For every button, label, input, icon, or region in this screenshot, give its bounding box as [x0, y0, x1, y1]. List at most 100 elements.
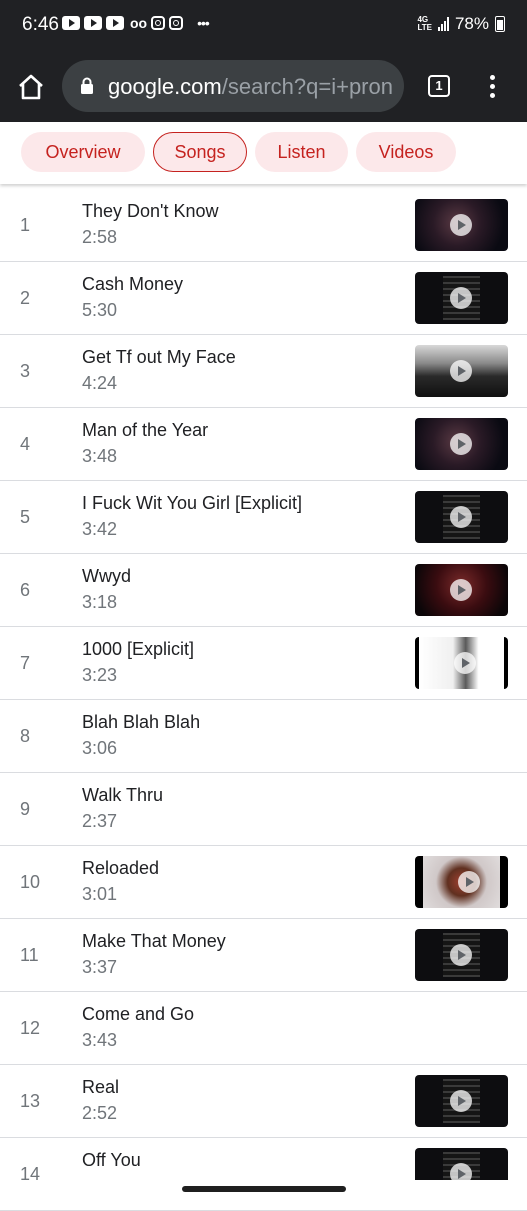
url-domain: google.com: [108, 74, 222, 99]
song-list: 1 They Don't Know 2:58 2 Cash Money 5:30…: [0, 189, 527, 1211]
video-thumbnail[interactable]: [415, 345, 508, 397]
video-thumbnail[interactable]: [415, 856, 508, 908]
status-bar: 6:46 oo ••• 4G LTE 78%: [0, 0, 527, 52]
play-icon: [450, 579, 472, 601]
song-row[interactable]: 7 1000 [Explicit] 3:23: [0, 627, 527, 700]
song-title: Walk Thru: [82, 785, 164, 805]
song-duration: 3:37: [82, 957, 118, 977]
song-duration: 4:24: [82, 373, 118, 393]
video-thumbnail[interactable]: [415, 929, 508, 981]
song-row[interactable]: 13 Real 2:52: [0, 1065, 527, 1138]
song-duration: 3:18: [82, 592, 118, 612]
song-row[interactable]: 9 Walk Thru 2:37: [0, 773, 527, 846]
network-type-icon: 4G LTE: [417, 15, 432, 32]
track-number: 13: [20, 1091, 41, 1111]
status-time: 6:46: [22, 14, 59, 35]
video-thumbnail[interactable]: [415, 272, 508, 324]
play-icon: [450, 1090, 472, 1112]
video-thumbnail[interactable]: [415, 418, 508, 470]
track-number: 3: [20, 361, 31, 381]
tab-switcher-button[interactable]: 1: [428, 75, 450, 97]
play-icon: [454, 652, 476, 674]
chip-videos[interactable]: Videos: [356, 132, 456, 172]
lock-icon: [81, 77, 93, 94]
song-row[interactable]: 11 Make That Money 3:37: [0, 919, 527, 992]
song-duration: 2:58: [82, 227, 118, 247]
song-title: Get Tf out My Face: [82, 347, 236, 367]
song-title: I Fuck Wit You Girl [Explicit]: [82, 493, 303, 513]
track-number: 4: [20, 434, 31, 454]
song-duration: 2:37: [82, 811, 118, 831]
video-thumbnail[interactable]: [415, 564, 508, 616]
song-title: Make That Money: [82, 931, 226, 951]
video-thumbnail[interactable]: [415, 1075, 508, 1127]
song-title: Off You: [82, 1150, 141, 1170]
song-duration: 3:01: [82, 884, 118, 904]
play-icon: [458, 871, 480, 893]
song-title: Reloaded: [82, 858, 160, 878]
song-duration: 5:30: [82, 300, 118, 320]
song-row[interactable]: 14 Off You: [0, 1138, 527, 1211]
song-duration: 3:23: [82, 665, 118, 685]
song-row[interactable]: 4 Man of the Year 3:48: [0, 408, 527, 481]
chip-songs[interactable]: Songs: [153, 132, 247, 172]
battery-icon: [495, 16, 505, 32]
browser-toolbar: google.com/search?q=i+pron 1: [0, 52, 527, 122]
song-title: Blah Blah Blah: [82, 712, 201, 732]
battery-percent: 78%: [454, 14, 489, 33]
track-number: 6: [20, 580, 31, 600]
song-title: Come and Go: [82, 1004, 195, 1024]
voicemail-icon: oo: [130, 15, 148, 31]
play-icon: [450, 214, 472, 236]
video-thumbnail[interactable]: [415, 199, 508, 251]
track-number: 2: [20, 288, 31, 308]
song-row[interactable]: 12 Come and Go 3:43: [0, 992, 527, 1065]
song-duration: 2:52: [82, 1103, 118, 1123]
song-row[interactable]: 10 Reloaded 3:01: [0, 846, 527, 919]
track-number: 10: [20, 872, 41, 892]
search-filter-chips: Overview Songs Listen Videos: [0, 122, 527, 184]
instagram-icon: [169, 16, 184, 30]
song-title: They Don't Know: [82, 201, 219, 221]
home-icon[interactable]: [16, 72, 46, 102]
youtube-icon: [62, 16, 80, 30]
track-number: 9: [20, 799, 31, 819]
play-icon: [450, 360, 472, 382]
system-status: 4G LTE 78%: [417, 14, 505, 34]
play-icon: [450, 287, 472, 309]
song-row[interactable]: 1 They Don't Know 2:58: [0, 189, 527, 262]
play-icon: [450, 944, 472, 966]
track-number: 8: [20, 726, 31, 746]
url-text: google.com/search?q=i+pron: [108, 74, 393, 100]
song-row[interactable]: 3 Get Tf out My Face 4:24: [0, 335, 527, 408]
song-duration: 3:06: [82, 738, 118, 758]
youtube-icon: [84, 16, 102, 30]
song-duration: 3:48: [82, 446, 118, 466]
song-row[interactable]: 6 Wwyd 3:18: [0, 554, 527, 627]
video-thumbnail[interactable]: [415, 637, 508, 689]
song-title: Real: [82, 1077, 120, 1097]
song-row[interactable]: 5 I Fuck Wit You Girl [Explicit] 3:42: [0, 481, 527, 554]
notification-icons: oo •••: [62, 15, 210, 31]
chip-overview[interactable]: Overview: [21, 132, 145, 172]
overflow-menu-icon[interactable]: [482, 72, 502, 102]
track-number: 11: [20, 945, 39, 965]
song-title: 1000 [Explicit]: [82, 639, 195, 659]
video-thumbnail[interactable]: [415, 491, 508, 543]
song-title: Cash Money: [82, 274, 184, 294]
chip-listen[interactable]: Listen: [255, 132, 348, 172]
youtube-icon: [106, 16, 124, 30]
instagram-icon: [151, 16, 166, 30]
address-bar[interactable]: google.com/search?q=i+pron: [62, 60, 404, 112]
more-notifications-icon: •••: [197, 15, 210, 31]
gesture-navigation-bar[interactable]: [0, 1180, 527, 1200]
track-number: 12: [20, 1018, 41, 1038]
play-icon: [450, 506, 472, 528]
url-path: /search?q=i+pron: [221, 74, 393, 99]
track-number: 5: [20, 507, 31, 527]
song-row[interactable]: 2 Cash Money 5:30: [0, 262, 527, 335]
track-number: 7: [20, 653, 31, 673]
play-icon: [450, 433, 472, 455]
song-row[interactable]: 8 Blah Blah Blah 3:06: [0, 700, 527, 773]
song-duration: 3:43: [82, 1030, 118, 1050]
